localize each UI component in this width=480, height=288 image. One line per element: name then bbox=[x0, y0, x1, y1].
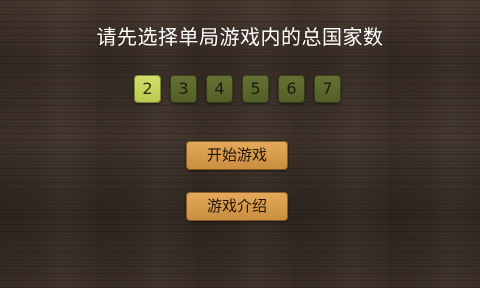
start-game-button[interactable]: 开始游戏 bbox=[186, 141, 288, 170]
game-start-screen: 请先选择单局游戏内的总国家数 2 3 4 5 6 7 开始游戏 游戏介绍 bbox=[0, 0, 480, 288]
country-count-option-6[interactable]: 6 bbox=[278, 75, 305, 103]
country-count-option-3[interactable]: 3 bbox=[170, 75, 197, 103]
country-count-prompt: 请先选择单局游戏内的总国家数 bbox=[96, 25, 384, 49]
country-count-option-5[interactable]: 5 bbox=[242, 75, 269, 103]
game-intro-button[interactable]: 游戏介绍 bbox=[186, 192, 288, 221]
country-count-option-7[interactable]: 7 bbox=[314, 75, 341, 103]
country-count-option-4[interactable]: 4 bbox=[206, 75, 233, 103]
country-count-option-2[interactable]: 2 bbox=[134, 75, 161, 103]
country-count-selector: 2 3 4 5 6 7 bbox=[134, 75, 341, 103]
